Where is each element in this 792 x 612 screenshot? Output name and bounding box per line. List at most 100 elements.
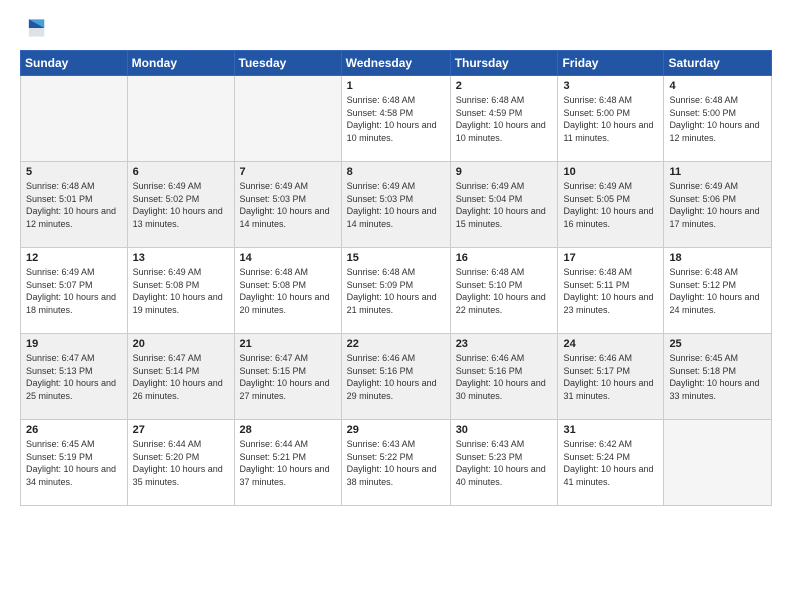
day-header-thursday: Thursday (450, 51, 558, 76)
day-info: Sunrise: 6:43 AMSunset: 5:23 PMDaylight:… (456, 438, 553, 488)
day-info: Sunrise: 6:48 AMSunset: 5:00 PMDaylight:… (669, 94, 766, 144)
calendar-cell: 8 Sunrise: 6:49 AMSunset: 5:03 PMDaylight… (341, 162, 450, 248)
calendar-cell: 22 Sunrise: 6:46 AMSunset: 5:16 PMDayligh… (341, 334, 450, 420)
calendar-cell: 25 Sunrise: 6:45 AMSunset: 5:18 PMDayligh… (664, 334, 772, 420)
day-info: Sunrise: 6:45 AMSunset: 5:18 PMDaylight:… (669, 352, 766, 402)
day-number: 19 (26, 338, 122, 350)
day-header-saturday: Saturday (664, 51, 772, 76)
day-info: Sunrise: 6:47 AMSunset: 5:13 PMDaylight:… (26, 352, 122, 402)
day-number: 27 (133, 424, 229, 436)
day-number: 16 (456, 252, 553, 264)
day-info: Sunrise: 6:48 AMSunset: 5:09 PMDaylight:… (347, 266, 445, 316)
day-info: Sunrise: 6:47 AMSunset: 5:15 PMDaylight:… (240, 352, 336, 402)
calendar-cell: 5 Sunrise: 6:48 AMSunset: 5:01 PMDaylight… (21, 162, 128, 248)
day-info: Sunrise: 6:49 AMSunset: 5:04 PMDaylight:… (456, 180, 553, 230)
day-number: 25 (669, 338, 766, 350)
calendar-cell: 30 Sunrise: 6:43 AMSunset: 5:23 PMDayligh… (450, 420, 558, 506)
day-info: Sunrise: 6:48 AMSunset: 5:11 PMDaylight:… (563, 266, 658, 316)
calendar-cell: 24 Sunrise: 6:46 AMSunset: 5:17 PMDayligh… (558, 334, 664, 420)
day-number: 10 (563, 166, 658, 178)
calendar-cell: 17 Sunrise: 6:48 AMSunset: 5:11 PMDayligh… (558, 248, 664, 334)
calendar-cell: 3 Sunrise: 6:48 AMSunset: 5:00 PMDaylight… (558, 76, 664, 162)
logo (20, 16, 52, 40)
calendar-cell: 2 Sunrise: 6:48 AMSunset: 4:59 PMDaylight… (450, 76, 558, 162)
calendar-cell: 18 Sunrise: 6:48 AMSunset: 5:12 PMDayligh… (664, 248, 772, 334)
day-info: Sunrise: 6:43 AMSunset: 5:22 PMDaylight:… (347, 438, 445, 488)
day-info: Sunrise: 6:48 AMSunset: 5:08 PMDaylight:… (240, 266, 336, 316)
day-number: 29 (347, 424, 445, 436)
day-info: Sunrise: 6:49 AMSunset: 5:05 PMDaylight:… (563, 180, 658, 230)
calendar-cell: 15 Sunrise: 6:48 AMSunset: 5:09 PMDayligh… (341, 248, 450, 334)
day-number: 22 (347, 338, 445, 350)
calendar-week-row: 26Sunrise: 6:45 AMSunset: 5:19 PMDayligh… (21, 420, 772, 506)
day-number: 17 (563, 252, 658, 264)
day-header-tuesday: Tuesday (234, 51, 341, 76)
calendar-cell: 29 Sunrise: 6:43 AMSunset: 5:22 PMDayligh… (341, 420, 450, 506)
logo-icon (20, 16, 48, 40)
calendar-cell: 1 Sunrise: 6:48 AMSunset: 4:58 PMDaylight… (341, 76, 450, 162)
calendar-cell: 4 Sunrise: 6:48 AMSunset: 5:00 PMDaylight… (664, 76, 772, 162)
day-info: Sunrise: 6:48 AMSunset: 4:58 PMDaylight:… (347, 94, 445, 144)
day-number: 23 (456, 338, 553, 350)
calendar-cell: 9 Sunrise: 6:49 AMSunset: 5:04 PMDaylight… (450, 162, 558, 248)
calendar-cell: 19 Sunrise: 6:47 AMSunset: 5:13 PMDayligh… (21, 334, 128, 420)
calendar-cell: 13 Sunrise: 6:49 AMSunset: 5:08 PMDayligh… (127, 248, 234, 334)
calendar-week-row: 1 Sunrise: 6:48 AMSunset: 4:58 PMDaylight… (21, 76, 772, 162)
day-number: 4 (669, 80, 766, 92)
day-number: 31 (563, 424, 658, 436)
day-info: Sunrise: 6:49 AMSunset: 5:02 PMDaylight:… (133, 180, 229, 230)
day-number: 15 (347, 252, 445, 264)
calendar-week-row: 5 Sunrise: 6:48 AMSunset: 5:01 PMDaylight… (21, 162, 772, 248)
calendar-table: SundayMondayTuesdayWednesdayThursdayFrid… (20, 50, 772, 506)
day-info: Sunrise: 6:44 AMSunset: 5:20 PMDaylight:… (133, 438, 229, 488)
calendar-cell: 16Sunrise: 6:48 AMSunset: 5:10 PMDayligh… (450, 248, 558, 334)
day-info: Sunrise: 6:49 AMSunset: 5:08 PMDaylight:… (133, 266, 229, 316)
day-number: 3 (563, 80, 658, 92)
day-number: 1 (347, 80, 445, 92)
day-header-sunday: Sunday (21, 51, 128, 76)
day-header-monday: Monday (127, 51, 234, 76)
day-header-friday: Friday (558, 51, 664, 76)
day-number: 24 (563, 338, 658, 350)
calendar-cell: 14Sunrise: 6:48 AMSunset: 5:08 PMDayligh… (234, 248, 341, 334)
day-info: Sunrise: 6:45 AMSunset: 5:19 PMDaylight:… (26, 438, 122, 488)
calendar-cell (664, 420, 772, 506)
day-info: Sunrise: 6:48 AMSunset: 5:00 PMDaylight:… (563, 94, 658, 144)
day-number: 6 (133, 166, 229, 178)
calendar-cell (21, 76, 128, 162)
day-number: 13 (133, 252, 229, 264)
day-number: 9 (456, 166, 553, 178)
day-info: Sunrise: 6:48 AMSunset: 4:59 PMDaylight:… (456, 94, 553, 144)
day-number: 28 (240, 424, 336, 436)
day-info: Sunrise: 6:49 AMSunset: 5:07 PMDaylight:… (26, 266, 122, 316)
day-info: Sunrise: 6:46 AMSunset: 5:17 PMDaylight:… (563, 352, 658, 402)
day-number: 30 (456, 424, 553, 436)
calendar-week-row: 12 Sunrise: 6:49 AMSunset: 5:07 PMDayligh… (21, 248, 772, 334)
calendar-week-row: 19 Sunrise: 6:47 AMSunset: 5:13 PMDayligh… (21, 334, 772, 420)
day-info: Sunrise: 6:42 AMSunset: 5:24 PMDaylight:… (563, 438, 658, 488)
day-number: 7 (240, 166, 336, 178)
calendar-cell: 6 Sunrise: 6:49 AMSunset: 5:02 PMDaylight… (127, 162, 234, 248)
day-number: 18 (669, 252, 766, 264)
day-info: Sunrise: 6:48 AMSunset: 5:12 PMDaylight:… (669, 266, 766, 316)
calendar-cell: 31 Sunrise: 6:42 AMSunset: 5:24 PMDayligh… (558, 420, 664, 506)
day-info: Sunrise: 6:49 AMSunset: 5:03 PMDaylight:… (240, 180, 336, 230)
day-number: 8 (347, 166, 445, 178)
day-number: 5 (26, 166, 122, 178)
day-info: Sunrise: 6:49 AMSunset: 5:03 PMDaylight:… (347, 180, 445, 230)
day-info: Sunrise: 6:44 AMSunset: 5:21 PMDaylight:… (240, 438, 336, 488)
day-number: 2 (456, 80, 553, 92)
day-info: Sunrise: 6:46 AMSunset: 5:16 PMDaylight:… (347, 352, 445, 402)
calendar-cell: 27 Sunrise: 6:44 AMSunset: 5:20 PMDayligh… (127, 420, 234, 506)
calendar-cell: 23Sunrise: 6:46 AMSunset: 5:16 PMDayligh… (450, 334, 558, 420)
day-number: 21 (240, 338, 336, 350)
day-info: Sunrise: 6:48 AMSunset: 5:01 PMDaylight:… (26, 180, 122, 230)
day-number: 20 (133, 338, 229, 350)
calendar-cell: 7 Sunrise: 6:49 AMSunset: 5:03 PMDaylight… (234, 162, 341, 248)
day-number: 12 (26, 252, 122, 264)
header (20, 16, 772, 40)
day-info: Sunrise: 6:47 AMSunset: 5:14 PMDaylight:… (133, 352, 229, 402)
calendar-cell (234, 76, 341, 162)
page: SundayMondayTuesdayWednesdayThursdayFrid… (0, 0, 792, 612)
day-number: 11 (669, 166, 766, 178)
